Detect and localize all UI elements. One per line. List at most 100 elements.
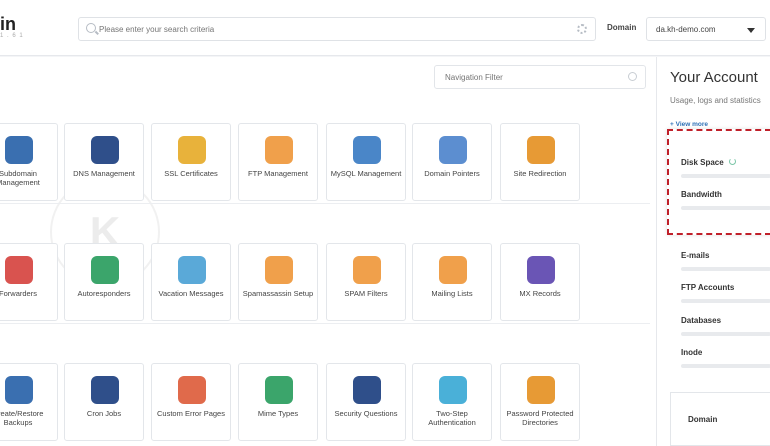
bandwidth-label: Bandwidth [681, 190, 722, 199]
mysql-icon [353, 136, 381, 164]
domain-label: Domain [607, 23, 637, 32]
feature-tile-label: Cron Jobs [86, 409, 122, 418]
search-input[interactable] [99, 21, 569, 37]
search-icon [86, 23, 96, 33]
mailing-list-icon [439, 256, 467, 284]
feature-tile[interactable]: Domain Pointers [412, 123, 492, 201]
databases-label: Databases [681, 316, 722, 325]
feature-tile[interactable]: Security Questions [326, 363, 406, 441]
feature-tile-label: Mailing Lists [431, 289, 473, 298]
account-panel: Your Account Usage, logs and statistics … [656, 57, 770, 446]
feature-tile[interactable]: Custom Error Pages [151, 363, 231, 441]
navigation-filter-input[interactable] [445, 70, 615, 84]
loading-spinner-icon [729, 158, 736, 165]
subdomain-icon [5, 136, 33, 164]
error-page-icon [178, 376, 206, 404]
feature-tile-label: Password Protected Directories [506, 409, 574, 427]
feature-tile[interactable]: FTP Management [238, 123, 318, 201]
emails-label: E-mails [681, 251, 710, 260]
domain-select-value: da.kh-demo.com [656, 25, 716, 34]
ssl-certificate-icon [178, 136, 206, 164]
emails-bar [681, 267, 770, 271]
dns-icon [91, 136, 119, 164]
feature-tile[interactable]: SPAM Filters [326, 243, 406, 321]
feature-tile-label: Spamassassin Setup [242, 289, 314, 298]
password-folder-icon [527, 376, 555, 404]
feature-tile[interactable]: Subdomain Management [0, 123, 58, 201]
feature-tile[interactable]: DNS Management [64, 123, 144, 201]
navigation-filter[interactable] [434, 65, 646, 89]
feature-tile-label: MySQL Management [330, 169, 402, 178]
mx-record-icon [527, 256, 555, 284]
feature-tile-label: Create/Restore Backups [0, 409, 44, 427]
feature-tile-label: DNS Management [73, 169, 135, 178]
logo-version: 1 . 6 1 [0, 33, 24, 39]
feature-tile[interactable]: Create/Restore Backups [0, 363, 58, 441]
mime-types-icon [265, 376, 293, 404]
feature-tile[interactable]: Password Protected Directories [500, 363, 580, 441]
feature-tile-label: Site Redirection [513, 169, 567, 178]
disk-space-label: Disk Space [681, 158, 724, 167]
inode-label: Inode [681, 348, 703, 357]
inode-bar [681, 364, 770, 368]
two-step-auth-icon [439, 376, 467, 404]
feature-tile-label: SSL Certificates [164, 169, 218, 178]
feature-tile-label: Forwarders [0, 289, 37, 298]
feature-tile[interactable]: Mime Types [238, 363, 318, 441]
ftp-accounts-label: FTP Accounts [681, 283, 735, 292]
usage-highlight-box [667, 129, 770, 235]
lock-icon [353, 376, 381, 404]
feature-tile[interactable]: MySQL Management [326, 123, 406, 201]
backup-icon [5, 376, 33, 404]
feature-tile-label: Autoresponders [77, 289, 131, 298]
feature-tile[interactable]: Autoresponders [64, 243, 144, 321]
feature-tile-label: SPAM Filters [344, 289, 388, 298]
domain-card[interactable]: Domain [670, 392, 770, 446]
autoresponder-icon [91, 256, 119, 284]
ftp-accounts-bar [681, 299, 770, 303]
panel-subtitle: Usage, logs and statistics [670, 96, 761, 105]
feature-tile[interactable]: SSL Certificates [151, 123, 231, 201]
feature-tile-label: MX Records [519, 289, 561, 298]
databases-bar [681, 332, 770, 336]
feature-tile-label: Domain Pointers [424, 169, 480, 178]
feature-tile-label: Custom Error Pages [157, 409, 225, 418]
domain-pointer-icon [439, 136, 467, 164]
search-icon [628, 72, 637, 81]
feature-tile[interactable]: Forwarders [0, 243, 58, 321]
app-logo[interactable]: in [0, 14, 16, 35]
feature-tile-label: Subdomain Management [0, 169, 40, 187]
feature-tile-label: Vacation Messages [158, 289, 224, 298]
section-divider [0, 203, 650, 204]
spam-envelope-icon [265, 256, 293, 284]
feature-tile[interactable]: Two-Step Authentication [412, 363, 492, 441]
domain-select[interactable]: da.kh-demo.com [646, 17, 766, 41]
spam-filter-icon [353, 256, 381, 284]
domain-card-label: Domain [688, 415, 718, 424]
feature-tile[interactable]: Mailing Lists [412, 243, 492, 321]
feature-tile[interactable]: Vacation Messages [151, 243, 231, 321]
disk-space-bar [681, 174, 770, 178]
feature-tile[interactable]: MX Records [500, 243, 580, 321]
robot-icon [91, 376, 119, 404]
section-divider [0, 323, 650, 324]
feature-tile[interactable]: Site Redirection [500, 123, 580, 201]
top-bar: in 1 . 6 1 Domain da.kh-demo.com [0, 0, 770, 56]
bandwidth-bar [681, 206, 770, 210]
signpost-icon [527, 136, 555, 164]
gear-icon[interactable] [577, 24, 587, 34]
chevron-down-icon [747, 28, 755, 33]
feature-tile[interactable]: Spamassassin Setup [238, 243, 318, 321]
global-search[interactable] [78, 17, 596, 41]
feature-tile-label: Security Questions [334, 409, 398, 418]
feature-tile-label: FTP Management [248, 169, 308, 178]
view-more-link[interactable]: + View more [670, 121, 708, 128]
feature-tile-label: Mime Types [257, 409, 299, 418]
panel-title: Your Account [670, 69, 758, 86]
vacation-icon [178, 256, 206, 284]
ftp-icon [265, 136, 293, 164]
feature-tile-label: Two-Step Authentication [428, 409, 476, 427]
forwarder-icon [5, 256, 33, 284]
main-content: K Subdomain ManagementDNS ManagementSSL … [0, 57, 656, 446]
feature-tile[interactable]: Cron Jobs [64, 363, 144, 441]
